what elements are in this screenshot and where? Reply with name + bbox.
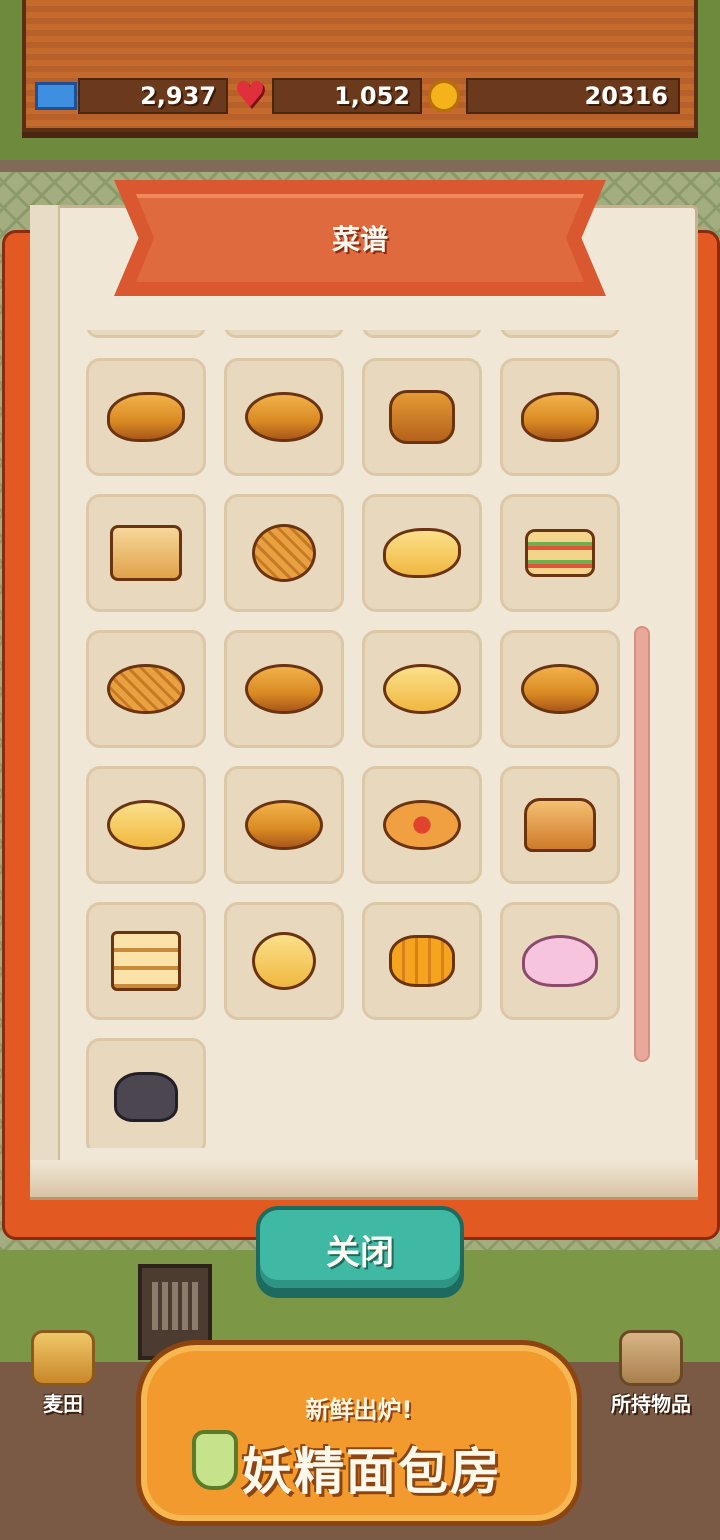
page-title: 菜谱 [331,223,388,256]
cream-roll-icon [521,392,599,442]
book-page-edge [30,205,60,1200]
wheat-field-icon [31,1330,95,1386]
recipe-custard-bun[interactable] [500,630,620,748]
logo-tagline: 新鲜出炉! [305,1396,413,1424]
nav-inventory-label: 所持物品 [611,1392,691,1416]
bear-bread-icon [389,390,455,444]
recipe-long-loaf[interactable] [224,630,344,748]
recipe-pizza-bread[interactable] [362,766,482,884]
recipe-butter-bun[interactable] [362,630,482,748]
recipe-cream-roll[interactable] [500,358,620,476]
recipe-pumpkin-bread[interactable] [362,902,482,1020]
recipe-round-loaf[interactable] [224,766,344,884]
round-bun-icon [252,932,316,990]
heart-count: 1,052 [272,78,422,114]
toast-egg-icon [110,525,182,581]
sugar-bun-icon [107,800,185,850]
recipe-pink-slime-bread[interactable] [500,902,620,1020]
recipe-sandwich[interactable] [500,494,620,612]
recipe-waffle-bread[interactable] [86,630,206,748]
recipe-grid-viewport[interactable] [80,330,628,1148]
sliced-bread-icon [111,931,181,991]
long-loaf-icon [245,664,323,714]
cat-witch-bread-icon [114,1072,178,1122]
pumpkin-bread-icon [389,935,455,987]
coin-count: 20316 [466,78,680,114]
ticket-count: 2,937 [78,78,228,114]
nav-inventory[interactable]: 所持物品 [596,1330,706,1417]
melon-bun-icon [252,524,316,582]
sandwich-icon [525,529,595,577]
pink-slime-bread-icon [522,935,598,987]
bundt-cake-icon [524,798,596,852]
close-button[interactable]: 关闭 [256,1206,464,1292]
recipe-melon-bun[interactable] [224,494,344,612]
recipe-oval-loaf[interactable] [224,358,344,476]
scrollbar[interactable] [634,626,650,1062]
recipe-grid [86,358,620,1148]
round-loaf-icon [245,800,323,850]
previous-row-peek [86,330,620,338]
resource-bar: 2,937 ♥ 1,052 20316 [34,78,686,114]
recipe-sliced-bread[interactable] [86,902,206,1020]
butter-bun-icon [383,664,461,714]
recipe-bundt-cake[interactable] [500,766,620,884]
waffle-bread-icon [107,664,185,714]
crescent-bun-icon [383,528,461,578]
recipe-cat-witch-bread[interactable] [86,1038,206,1148]
recipe-croissant[interactable] [86,358,206,476]
ticket-icon [34,78,78,114]
recipe-crescent-bun[interactable] [362,494,482,612]
recipe-sugar-bun[interactable] [86,766,206,884]
recipe-round-bun[interactable] [224,902,344,1020]
inventory-box-icon [619,1330,683,1386]
custard-bun-icon [521,664,599,714]
oval-loaf-icon [245,392,323,442]
recipe-bear-bread[interactable] [362,358,482,476]
recipe-toast-egg[interactable] [86,494,206,612]
jar-icon [192,1430,238,1490]
heart-icon: ♥ [233,75,267,116]
coin-icon [422,78,466,114]
nav-wheat-field-label: 麦田 [43,1392,83,1416]
book-bottom-edge [30,1160,698,1200]
croissant-icon [107,392,185,442]
pizza-bread-icon [383,800,461,850]
nav-wheat-field[interactable]: 麦田 [8,1330,118,1417]
logo-title: 妖精面包房 [242,1443,502,1501]
